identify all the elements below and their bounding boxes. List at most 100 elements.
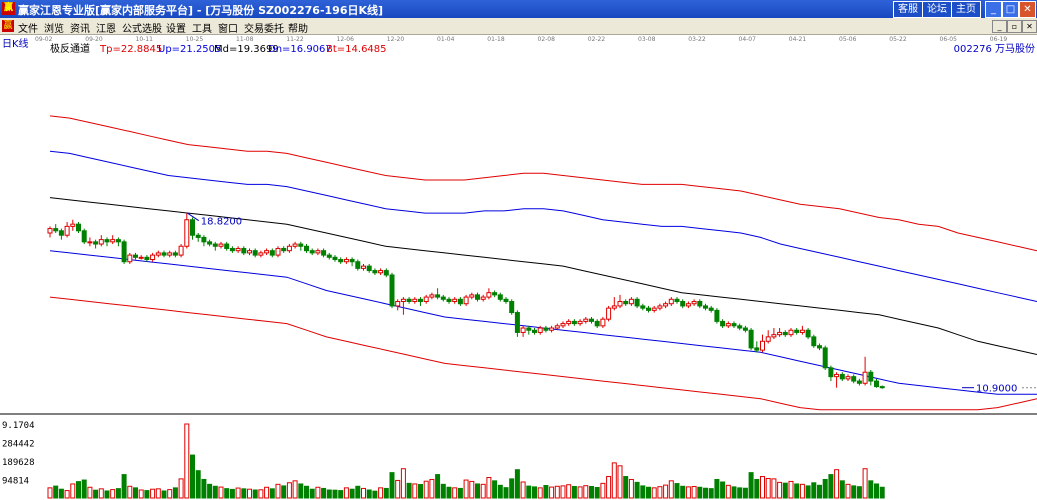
volume-bar [611,462,617,499]
volume-bar [378,487,384,499]
homepage-button[interactable]: 主页 [951,1,981,18]
volume-bar [845,483,851,499]
candle-body [190,219,195,236]
candle-body [549,327,555,331]
candle-body [104,239,110,243]
candle-body [537,327,543,333]
candle-body [418,298,423,303]
band-line-dn [49,250,1037,395]
volume-bar [668,480,674,499]
menu-file[interactable]: 文件 [18,20,38,35]
candle-body [452,298,458,303]
minimize-icon[interactable]: _ [985,1,1002,18]
menu-window[interactable]: 窗口 [218,20,238,35]
candle-body [554,325,560,329]
volume-bar [874,483,879,499]
volume-bar [70,483,76,499]
volume-bar [651,487,657,499]
candle-body [794,329,800,333]
volume-bar [577,486,583,499]
volume-bar [229,488,235,499]
volume-bar [281,485,287,499]
forum-button[interactable]: 论坛 [922,1,952,18]
mdi-restore-icon[interactable]: ▫ [1007,20,1022,33]
volume-bar [224,488,230,499]
candle-body [748,329,754,349]
band-line-bt [49,296,1037,411]
date-tick-label: 04-07 [739,36,757,43]
menu-bar: 赢 文件 浏览 资讯 江恩 公式选股 设置 工具 窗口 交易委托 帮助 [0,18,1037,35]
candle-body [720,320,726,327]
candle-body [457,298,463,305]
candle-body [321,250,327,256]
candle-body [879,386,885,389]
volume-bar [788,480,794,499]
menu-trade[interactable]: 交易委托 [244,20,284,35]
candle-body [782,331,788,336]
candle-body [212,243,218,247]
candle-body [207,241,213,245]
volume-bar [326,489,332,499]
date-tick-label: 05-06 [839,36,857,43]
candle-body [475,294,480,300]
candle-body [674,298,680,303]
maximize-icon[interactable]: □ [1002,1,1019,18]
volume-bar [737,487,743,499]
volume-bar [241,488,247,499]
candle-body [628,298,634,305]
volume-bar [777,481,783,499]
candle-body [657,305,663,309]
candle-body [383,270,389,276]
volume-bar [634,481,640,499]
volume-bar [571,485,577,499]
volume-bar [628,478,634,499]
candle-body [218,243,224,247]
volume-bar [583,485,589,499]
volume-bar [247,488,252,499]
menu-info[interactable]: 资讯 [70,20,90,35]
volume-bar [663,484,669,499]
menu-logo-icon[interactable]: 赢 [2,20,14,32]
volume-bar [480,483,486,499]
close-icon[interactable]: ✕ [1019,1,1036,18]
volume-bar [115,488,121,499]
menu-help[interactable]: 帮助 [288,20,308,35]
volume-bar [167,489,173,499]
candle-body [47,228,53,234]
menu-formula-select[interactable]: 公式选股 [122,20,162,35]
volume-bar [133,487,138,499]
mdi-minimize-icon[interactable]: _ [992,20,1007,33]
candle-body [497,294,503,300]
volume-bar [264,486,270,499]
menu-settings[interactable]: 设置 [166,20,186,35]
candle-body [150,254,156,261]
menu-browse[interactable]: 浏览 [44,20,64,35]
volume-bar [201,478,207,499]
date-tick-label: 02-08 [538,36,556,43]
candle-body [423,296,429,303]
mdi-close-icon[interactable]: ✕ [1022,20,1037,33]
candle-body [304,245,309,252]
candle-body [514,312,520,333]
volume-bar [742,487,748,499]
volume-bar [731,486,737,499]
param-label: Dn=16.9067 [268,44,332,55]
volume-bar [714,478,720,499]
candle-body [332,256,338,261]
volume-bar [828,474,834,499]
kline-chart[interactable]: 09-02 09-20 10-11 10-25 11-08 11-22 12-06 12-20… [0,34,1037,500]
candle-body [400,298,406,303]
volume-bar [446,486,452,499]
volume-bar [309,488,315,499]
volume-bar [372,490,378,499]
menu-gann[interactable]: 江恩 [96,20,116,35]
date-tick-label: 11-08 [236,36,254,43]
candle-body [309,250,315,254]
candle-body [583,318,589,322]
candle-body [742,327,748,331]
candle-body [594,320,600,327]
customer-service-button[interactable]: 客服 [893,1,923,18]
menu-tools[interactable]: 工具 [192,20,212,35]
volume-bar [503,487,509,499]
date-tick-label: 12-06 [337,36,355,43]
